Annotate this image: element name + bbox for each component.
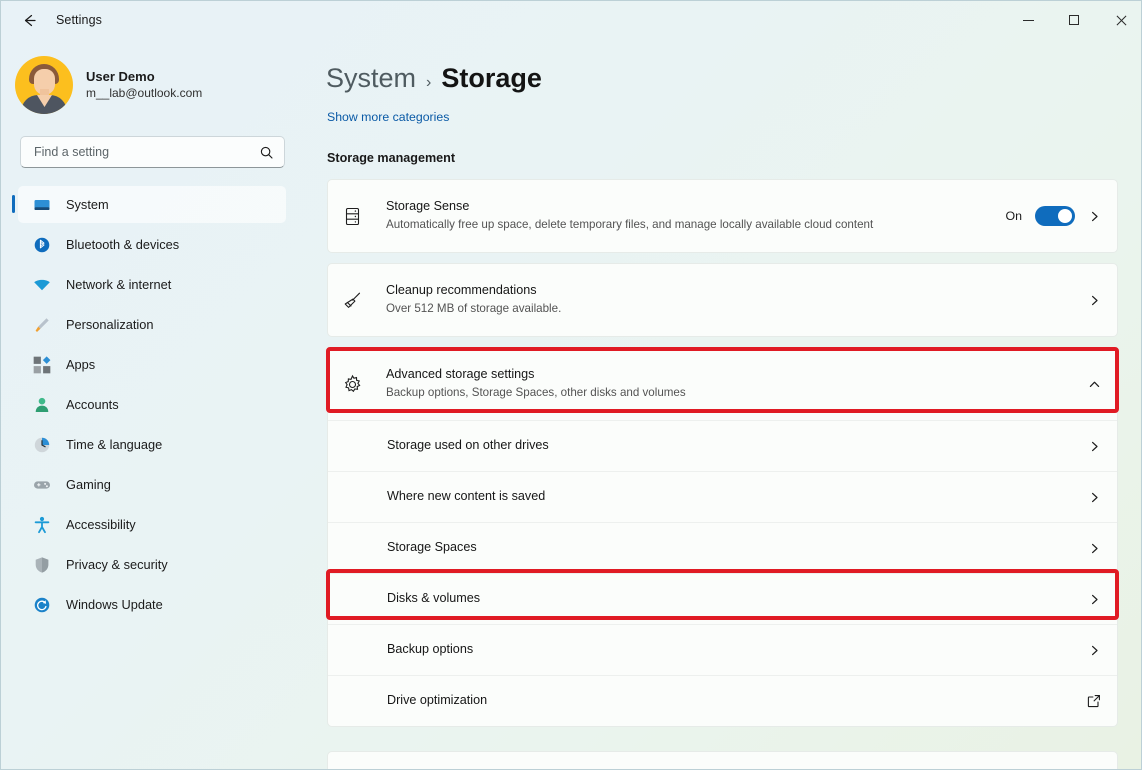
- sidebar-item-label: Personalization: [66, 317, 154, 332]
- paintbrush-icon: [32, 315, 52, 335]
- sidebar-nav: System Bluetooth & devices Network: [1, 186, 303, 623]
- page-title: Storage: [441, 63, 542, 94]
- sidebar-item-label: Network & internet: [66, 277, 171, 292]
- row-disks-and-volumes[interactable]: Disks & volumes: [328, 573, 1117, 624]
- sidebar-item-label: Accessibility: [66, 517, 136, 532]
- row-advanced-storage-settings[interactable]: Advanced storage settings Backup options…: [328, 348, 1117, 420]
- apps-icon: [32, 355, 52, 375]
- sidebar-item-label: Accounts: [66, 397, 119, 412]
- card-cleanup-recommendations: Cleanup recommendations Over 512 MB of s…: [327, 263, 1118, 337]
- chevron-right-icon: [1088, 593, 1101, 606]
- window-controls: [1005, 1, 1142, 39]
- storage-sense-toggle[interactable]: [1035, 206, 1075, 226]
- row-cleanup-recommendations[interactable]: Cleanup recommendations Over 512 MB of s…: [328, 264, 1117, 336]
- accessibility-icon: [32, 515, 52, 535]
- person-icon: [32, 395, 52, 415]
- sidebar-item-gaming[interactable]: Gaming: [18, 466, 286, 503]
- row-description: Over 512 MB of storage available.: [386, 301, 926, 318]
- card-storage-sense: Storage Sense Automatically free up spac…: [327, 179, 1118, 253]
- search-icon: [259, 145, 274, 160]
- chevron-right-icon: [1088, 440, 1101, 453]
- row-storage-sense[interactable]: Storage Sense Automatically free up spac…: [328, 180, 1117, 252]
- monitor-icon: [32, 195, 52, 215]
- shield-icon: [32, 555, 52, 575]
- row-drive-optimization[interactable]: Drive optimization: [328, 675, 1117, 726]
- sidebar-item-label: Bluetooth & devices: [66, 237, 179, 252]
- chevron-right-icon: [1088, 644, 1101, 657]
- section-title-storage-management: Storage management: [327, 151, 1142, 165]
- broom-icon: [342, 290, 372, 311]
- row-backup-options[interactable]: Backup options: [328, 624, 1117, 675]
- row-storage-used-on-other-drives[interactable]: Storage used on other drives: [328, 420, 1117, 471]
- user-profile[interactable]: User Demo m__lab@outlook.com: [15, 56, 303, 114]
- row-description: Automatically free up space, delete temp…: [386, 217, 926, 234]
- show-more-categories-link[interactable]: Show more categories: [327, 110, 449, 124]
- chevron-right-icon: [1088, 294, 1101, 307]
- search-box[interactable]: [20, 136, 285, 168]
- sidebar-item-windows-update[interactable]: Windows Update: [18, 586, 286, 623]
- sidebar-item-label: Privacy & security: [66, 557, 168, 572]
- row-description: Backup options, Storage Spaces, other di…: [386, 385, 926, 402]
- sidebar-item-personalization[interactable]: Personalization: [18, 306, 286, 343]
- sidebar-item-label: Gaming: [66, 477, 111, 492]
- row-title: Disks & volumes: [387, 590, 1088, 608]
- wifi-icon: [32, 275, 52, 295]
- update-icon: [32, 595, 52, 615]
- row-title: Storage used on other drives: [387, 437, 1088, 455]
- row-title: Cleanup recommendations: [386, 282, 1088, 300]
- card-advanced-storage-settings: Advanced storage settings Backup options…: [327, 347, 1118, 727]
- gear-icon: [342, 374, 372, 395]
- sidebar-item-accounts[interactable]: Accounts: [18, 386, 286, 423]
- row-where-new-content-is-saved[interactable]: Where new content is saved: [328, 471, 1117, 522]
- card-partial-next: [327, 751, 1118, 770]
- maximize-button[interactable]: [1051, 1, 1097, 39]
- drive-stack-icon: [342, 206, 372, 227]
- user-name: User Demo: [86, 68, 202, 85]
- row-title: Storage Spaces: [387, 539, 1088, 557]
- breadcrumb: System › Storage: [326, 63, 1142, 94]
- sidebar-item-system[interactable]: System: [18, 186, 286, 223]
- title-bar: Settings: [1, 1, 1142, 39]
- toggle-state-label: On: [1005, 209, 1022, 223]
- bluetooth-icon: [32, 235, 52, 255]
- row-title: Where new content is saved: [387, 488, 1088, 506]
- row-title: Storage Sense: [386, 198, 1005, 216]
- chevron-up-icon[interactable]: [1088, 378, 1101, 391]
- close-button[interactable]: [1097, 1, 1142, 39]
- sidebar-item-privacy-security[interactable]: Privacy & security: [18, 546, 286, 583]
- user-email: m__lab@outlook.com: [86, 86, 202, 102]
- back-button[interactable]: [12, 5, 46, 35]
- sidebar-item-time-language[interactable]: Time & language: [18, 426, 286, 463]
- sidebar-item-label: Windows Update: [66, 597, 163, 612]
- chevron-right-icon: [1088, 491, 1101, 504]
- row-title: Drive optimization: [387, 692, 1087, 710]
- chevron-right-icon: [1088, 542, 1101, 555]
- chevron-right-icon: ›: [426, 74, 431, 92]
- clock-icon: [32, 435, 52, 455]
- sidebar-item-apps[interactable]: Apps: [18, 346, 286, 383]
- sidebar-item-bluetooth-devices[interactable]: Bluetooth & devices: [18, 226, 286, 263]
- row-storage-spaces[interactable]: Storage Spaces: [328, 522, 1117, 573]
- sidebar-item-accessibility[interactable]: Accessibility: [18, 506, 286, 543]
- settings-window: Settings User Demo m__lab@outlook.com: [0, 0, 1142, 770]
- main-content: System › Storage Show more categories St…: [303, 39, 1142, 770]
- settings-cards: Storage Sense Automatically free up spac…: [327, 179, 1118, 727]
- sidebar-item-label: Time & language: [66, 437, 162, 452]
- avatar: [15, 56, 73, 114]
- sidebar: User Demo m__lab@outlook.com: [1, 39, 303, 770]
- external-link-icon: [1087, 694, 1101, 708]
- sidebar-item-network-internet[interactable]: Network & internet: [18, 266, 286, 303]
- minimize-button[interactable]: [1005, 1, 1051, 39]
- window-title: Settings: [56, 13, 102, 27]
- breadcrumb-parent[interactable]: System: [326, 63, 416, 94]
- chevron-right-icon: [1088, 210, 1101, 223]
- row-title: Advanced storage settings: [386, 366, 1088, 384]
- row-title: Backup options: [387, 641, 1088, 659]
- gamepad-icon: [32, 475, 52, 495]
- search-input[interactable]: [34, 145, 259, 159]
- sidebar-item-label: System: [66, 197, 109, 212]
- sidebar-item-label: Apps: [66, 357, 95, 372]
